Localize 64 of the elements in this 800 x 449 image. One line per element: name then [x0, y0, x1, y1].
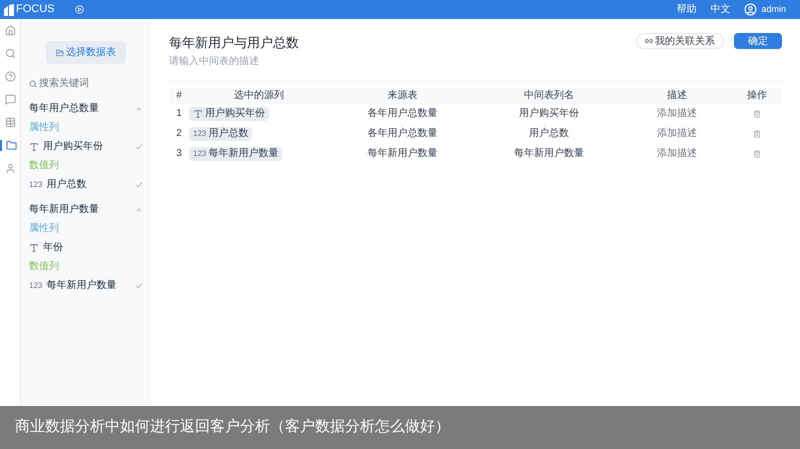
- text-type-icon: [29, 142, 39, 152]
- column-header: 来源表: [386, 88, 418, 103]
- row-index: 3: [175, 147, 183, 161]
- column-header: 描述: [666, 88, 688, 103]
- table-cell-text: 每年新用户数量: [512, 146, 585, 161]
- column-header: #: [175, 89, 183, 103]
- column-header: 选中的源列: [233, 88, 285, 103]
- column-item[interactable]: 年份: [43, 240, 63, 255]
- user-icon[interactable]: [4, 163, 16, 174]
- column-header: 操作: [746, 89, 768, 103]
- caption-text: 商业数据分析中如何进行返回客户分析（客户数据分析怎么做好）: [15, 417, 450, 438]
- search-icon: [29, 80, 37, 88]
- row-index: 2: [175, 127, 183, 141]
- column-header: 中间表列名: [522, 88, 575, 103]
- help-icon[interactable]: [4, 71, 16, 82]
- table-cell-text: 用户购买年份: [518, 106, 580, 121]
- folder-icon: [56, 48, 64, 56]
- search-field[interactable]: 搜索关键词: [39, 76, 139, 91]
- text-type-icon: [29, 242, 39, 252]
- link-icon: [645, 37, 653, 45]
- table-cell-text: 每年新用户数量: [366, 146, 438, 161]
- table-cell-text: 各年用户总数量: [366, 106, 438, 121]
- section-label: 数值列: [29, 260, 60, 274]
- home-icon[interactable]: [4, 25, 16, 36]
- delete-icon[interactable]: [753, 150, 761, 158]
- confirm-button[interactable]: 确定: [734, 33, 782, 49]
- description-field[interactable]: 请输入中间表的描述: [169, 54, 329, 68]
- folder-icon[interactable]: [6, 140, 16, 151]
- section-label: 属性列: [29, 120, 60, 135]
- section-label: 数值列: [29, 159, 60, 173]
- brand-name: FOCUS: [16, 2, 54, 18]
- description-input[interactable]: 添加描述: [627, 146, 727, 161]
- delete-icon[interactable]: [753, 110, 761, 118]
- group-title: 每年新用户数量: [29, 202, 99, 217]
- description-input[interactable]: 添加描述: [627, 106, 727, 121]
- relations-button[interactable]: 我的关联关系: [636, 33, 724, 49]
- number-type-label: 123: [29, 280, 42, 292]
- table-icon[interactable]: [4, 117, 16, 128]
- top-link[interactable]: 中文: [710, 2, 730, 17]
- page-title: 每年新用户与用户总数: [169, 34, 300, 52]
- section-label: 属性列: [29, 222, 60, 236]
- column-item[interactable]: 用户总数: [46, 177, 86, 192]
- number-type-label: 123: [193, 148, 206, 160]
- source-column-name: 用户购买年份: [205, 106, 265, 121]
- table-cell-text: 用户总数: [528, 126, 570, 141]
- text-type-icon: [193, 108, 203, 118]
- number-type-label: 123: [193, 128, 206, 140]
- table-cell-text: 各年用户总数量: [366, 126, 438, 141]
- group-title: 每年用户总数量: [29, 102, 99, 116]
- column-item[interactable]: 每年新用户数量: [46, 278, 116, 293]
- delete-icon[interactable]: [753, 130, 761, 138]
- source-column-name: 每年新用户数量: [208, 146, 278, 161]
- avatar-icon[interactable]: [744, 3, 758, 16]
- user-name[interactable]: admin: [761, 2, 786, 16]
- row-index: 1: [175, 107, 183, 121]
- source-column-name: 用户总数: [208, 126, 248, 141]
- number-type-label: 123: [29, 178, 42, 190]
- description-input[interactable]: 添加描述: [627, 126, 727, 141]
- top-link[interactable]: 帮助: [676, 2, 696, 17]
- search-icon[interactable]: [4, 48, 16, 59]
- play-icon[interactable]: [74, 5, 84, 14]
- message-icon[interactable]: [4, 94, 16, 105]
- column-item[interactable]: 用户购买年份: [43, 139, 103, 154]
- logo-icon: [4, 4, 14, 16]
